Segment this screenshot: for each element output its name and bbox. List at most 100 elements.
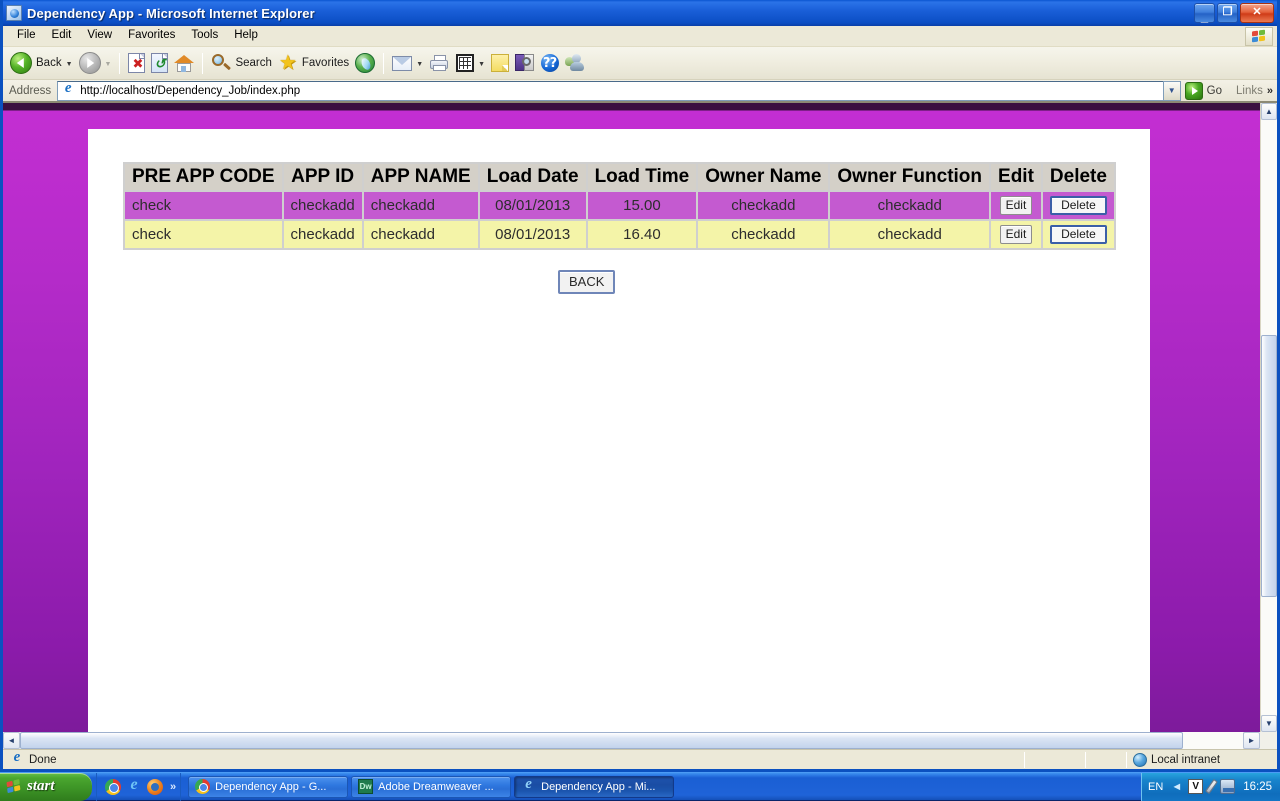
messenger-users-icon bbox=[565, 54, 587, 72]
taskbar-item-dreamweaver[interactable]: Dw Adobe Dreamweaver ... bbox=[351, 776, 511, 798]
menu-item-help[interactable]: Help bbox=[226, 28, 266, 44]
browser-window: Dependency App - Microsoft Internet Expl… bbox=[0, 0, 1280, 772]
column-header-load-date: Load Date bbox=[480, 164, 586, 190]
print-button[interactable] bbox=[426, 50, 453, 76]
maximize-button[interactable]: ❐ bbox=[1217, 3, 1238, 23]
system-tray: EN ◄ V 16:25 bbox=[1141, 773, 1280, 801]
taskbar-buttons: Dependency App - G... Dw Adobe Dreamweav… bbox=[188, 776, 674, 798]
minimize-button[interactable]: _ bbox=[1194, 3, 1215, 23]
taskbar-item-internet-explorer[interactable]: Dependency App - Mi... bbox=[514, 776, 674, 798]
language-indicator[interactable]: EN bbox=[1148, 781, 1163, 793]
page-back-button[interactable]: BACK bbox=[558, 270, 615, 294]
chevron-up-icon: ▲ bbox=[1265, 107, 1273, 116]
globe-icon bbox=[1133, 753, 1147, 767]
table-header-row: PRE APP CODE APP ID APP NAME Load Date L… bbox=[125, 164, 1114, 190]
address-label: Address bbox=[9, 85, 51, 97]
search-button[interactable]: Search bbox=[208, 50, 274, 76]
close-button[interactable]: ✕ bbox=[1240, 3, 1274, 23]
back-button[interactable]: Back ▼ bbox=[7, 50, 76, 76]
favorites-button[interactable]: ★ Favorites bbox=[275, 50, 352, 76]
chrome-icon[interactable] bbox=[105, 779, 121, 795]
star-icon: ★ bbox=[278, 53, 298, 73]
tray-expand-icon[interactable]: ◄ bbox=[1171, 781, 1182, 793]
refresh-button[interactable]: ↺ bbox=[148, 50, 171, 76]
forward-button[interactable]: ▼ bbox=[76, 50, 115, 76]
vertical-scroll-track[interactable] bbox=[1261, 120, 1277, 715]
security-zone-pane[interactable]: Local intranet bbox=[1127, 751, 1277, 769]
vertical-scroll-thumb[interactable] bbox=[1261, 335, 1277, 597]
stop-button[interactable]: ✖ bbox=[125, 50, 148, 76]
links-chevron-icon[interactable]: » bbox=[1267, 85, 1273, 97]
chrome-icon bbox=[195, 779, 210, 794]
browser-toolbar: Back ▼ ▼ ✖ ↺ Search ★ Favorites bbox=[3, 47, 1277, 80]
research-button[interactable] bbox=[512, 50, 538, 76]
security-zone-text: Local intranet bbox=[1151, 754, 1220, 766]
taskbar-clock[interactable]: 16:25 bbox=[1243, 781, 1272, 793]
column-header-edit: Edit bbox=[991, 164, 1041, 190]
delete-button[interactable]: Delete bbox=[1050, 196, 1107, 215]
menu-bar: File Edit View Favorites Tools Help bbox=[3, 26, 1277, 47]
horizontal-scroll-thumb[interactable] bbox=[20, 732, 1183, 749]
search-button-label: Search bbox=[235, 57, 271, 69]
firefox-icon[interactable] bbox=[147, 779, 163, 795]
dependency-table: PRE APP CODE APP ID APP NAME Load Date L… bbox=[123, 162, 1116, 250]
forward-dropdown-icon[interactable]: ▼ bbox=[105, 61, 112, 68]
cell-load-date: 08/01/2013 bbox=[480, 221, 586, 248]
menu-item-tools[interactable]: Tools bbox=[183, 28, 226, 44]
edit-dropdown-icon[interactable]: ▼ bbox=[478, 61, 485, 68]
menu-item-favorites[interactable]: Favorites bbox=[120, 28, 183, 44]
edit-button[interactable]: Edit bbox=[1000, 196, 1033, 215]
cell-load-time: 15.00 bbox=[588, 192, 697, 219]
status-pane: Done bbox=[3, 751, 1024, 769]
scroll-down-button[interactable]: ▼ bbox=[1261, 715, 1277, 732]
table-row: check checkadd checkadd 08/01/2013 16.40… bbox=[125, 221, 1114, 248]
delete-button[interactable]: Delete bbox=[1050, 225, 1107, 244]
back-arrow-icon bbox=[10, 52, 32, 74]
scroll-right-button[interactable]: ► bbox=[1243, 732, 1260, 749]
scroll-up-button[interactable]: ▲ bbox=[1261, 103, 1277, 120]
go-button[interactable]: Go bbox=[1181, 82, 1228, 100]
vertical-scrollbar[interactable]: ▲ ▼ bbox=[1260, 103, 1277, 732]
address-input[interactable]: http://localhost/Dependency_Job/index.ph… bbox=[57, 81, 1163, 101]
home-button[interactable] bbox=[171, 50, 197, 76]
horizontal-scroll-track[interactable] bbox=[20, 732, 1243, 749]
internet-explorer-icon bbox=[521, 779, 536, 794]
start-button[interactable]: start bbox=[0, 773, 92, 801]
minimize-icon: _ bbox=[1201, 10, 1208, 23]
links-label[interactable]: Links bbox=[1236, 85, 1263, 97]
go-arrow-icon bbox=[1185, 82, 1203, 100]
mail-button[interactable]: ▼ bbox=[389, 50, 426, 76]
messenger-button[interactable] bbox=[562, 50, 590, 76]
taskbar-item-chrome[interactable]: Dependency App - G... bbox=[188, 776, 348, 798]
cell-owner-name: checkadd bbox=[698, 192, 828, 219]
scroll-left-button[interactable]: ◄ bbox=[3, 732, 20, 749]
media-button[interactable] bbox=[352, 50, 378, 76]
close-icon: ✕ bbox=[1252, 7, 1261, 18]
menu-item-view[interactable]: View bbox=[79, 28, 120, 44]
bluetooth-button[interactable]: ⁇ bbox=[538, 50, 562, 76]
internet-explorer-icon[interactable] bbox=[126, 779, 142, 795]
ie-document-icon bbox=[6, 5, 22, 21]
quick-launch-chevron-icon[interactable]: » bbox=[170, 781, 176, 793]
taskbar-item-label: Dependency App - Mi... bbox=[541, 781, 655, 793]
chevron-left-icon: ◄ bbox=[8, 736, 16, 745]
mail-dropdown-icon[interactable]: ▼ bbox=[416, 61, 423, 68]
maximize-icon: ❐ bbox=[1223, 7, 1233, 18]
menu-item-file[interactable]: File bbox=[9, 28, 44, 44]
back-button-label: Back bbox=[36, 57, 62, 69]
back-dropdown-icon[interactable]: ▼ bbox=[66, 61, 73, 68]
edit-page-button[interactable]: ▼ bbox=[453, 50, 488, 76]
volume-v-icon[interactable]: V bbox=[1188, 779, 1203, 794]
pen-input-icon[interactable] bbox=[1205, 779, 1218, 794]
network-icon[interactable] bbox=[1220, 779, 1235, 794]
horizontal-scrollbar[interactable]: ◄ ► bbox=[3, 732, 1277, 749]
windows-flag-icon bbox=[6, 779, 22, 793]
menu-item-edit[interactable]: Edit bbox=[44, 28, 80, 44]
chevron-down-icon[interactable]: ▼ bbox=[1163, 81, 1181, 101]
notes-button[interactable] bbox=[488, 50, 512, 76]
cell-pre-app-code: check bbox=[125, 192, 282, 219]
window-titlebar[interactable]: Dependency App - Microsoft Internet Expl… bbox=[3, 0, 1277, 26]
favorites-button-label: Favorites bbox=[302, 57, 349, 69]
windows-taskbar: start » Dependency App - G... Dw Adobe D… bbox=[0, 772, 1280, 800]
edit-button[interactable]: Edit bbox=[1000, 225, 1033, 244]
